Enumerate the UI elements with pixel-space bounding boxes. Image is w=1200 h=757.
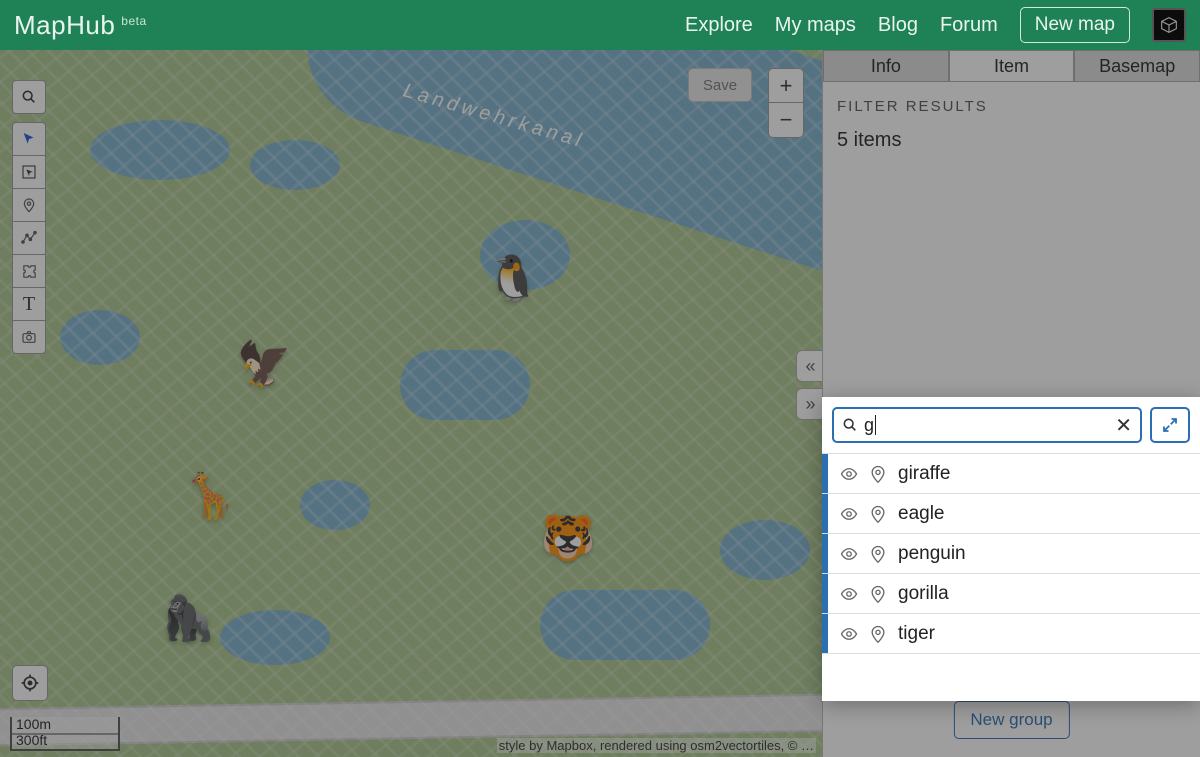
map-marker-penguin[interactable]: 🐧 [485, 250, 541, 306]
visibility-icon[interactable] [838, 545, 860, 563]
nav-mymaps[interactable]: My maps [775, 14, 856, 37]
filter-item-gorilla[interactable]: gorilla [822, 573, 1200, 613]
search-icon [842, 417, 858, 433]
filter-search-input[interactable]: g ✕ [832, 407, 1142, 443]
tool-text[interactable]: T [12, 287, 46, 321]
logo[interactable]: MapHub beta [14, 10, 147, 41]
tool-marker-pin[interactable] [12, 188, 46, 222]
app-header: MapHub beta Explore My maps Blog Forum N… [0, 0, 1200, 50]
tool-pointer-box[interactable] [12, 155, 46, 189]
zoom-out-button[interactable]: − [769, 103, 803, 137]
logo-text: MapHub [14, 10, 115, 41]
top-nav: Explore My maps Blog Forum New map [685, 7, 1186, 43]
nav-explore[interactable]: Explore [685, 14, 753, 37]
visibility-icon[interactable] [838, 585, 860, 603]
map-marker-tiger[interactable]: 🐯 [540, 510, 596, 566]
filter-item-label: eagle [898, 503, 945, 525]
filter-count: 5 items [837, 129, 1186, 152]
panel-collapse-left[interactable]: « [796, 350, 822, 382]
item-filter-popup: g ✕ giraffe eagle penguin gorilla tiger [822, 397, 1200, 701]
map-toolbar: T [12, 122, 46, 353]
clear-search-icon[interactable]: ✕ [1115, 413, 1132, 438]
filter-item-label: penguin [898, 543, 966, 565]
beta-badge: beta [121, 14, 146, 28]
filter-item-giraffe[interactable]: giraffe [822, 453, 1200, 493]
filter-item-label: tiger [898, 623, 935, 645]
filter-search-value: g [864, 415, 874, 436]
filter-result-list: giraffe eagle penguin gorilla tiger [822, 453, 1200, 653]
locate-button[interactable] [12, 665, 48, 701]
new-group-button[interactable]: New group [953, 701, 1069, 739]
map-canvas[interactable]: Landwehrkanal 🐧 🦅 🦒 🐯 🦍 T [0, 50, 822, 757]
filter-item-penguin[interactable]: penguin [822, 533, 1200, 573]
pin-icon [868, 543, 888, 565]
filter-item-eagle[interactable]: eagle [822, 493, 1200, 533]
visibility-icon[interactable] [838, 465, 860, 483]
pin-icon [868, 623, 888, 645]
filter-item-tiger[interactable]: tiger [822, 613, 1200, 653]
tool-polyline[interactable] [12, 221, 46, 255]
nav-forum[interactable]: Forum [940, 14, 998, 37]
user-avatar[interactable] [1152, 8, 1186, 42]
pin-icon [868, 463, 888, 485]
map-background: Landwehrkanal [0, 50, 822, 757]
filter-title: FILTER RESULTS [837, 98, 1186, 115]
zoom-in-button[interactable]: + [769, 69, 803, 103]
tool-puzzle[interactable] [12, 254, 46, 288]
scale-imperial: 300ft [10, 733, 120, 751]
tool-camera[interactable] [12, 320, 46, 354]
visibility-icon[interactable] [838, 505, 860, 523]
map-marker-gorilla[interactable]: 🦍 [160, 590, 216, 646]
main: Landwehrkanal 🐧 🦅 🦒 🐯 🦍 T [0, 50, 1200, 757]
side-tabs: Info Item Basemap [823, 50, 1200, 82]
map-search-button[interactable] [12, 80, 46, 114]
pin-icon [868, 503, 888, 525]
filter-item-label: gorilla [898, 583, 949, 605]
filter-item-label: giraffe [898, 463, 950, 485]
map-attribution: style by Mapbox, rendered using osm2vect… [497, 738, 816, 753]
panel-collapse-handles: « » [796, 350, 822, 426]
save-button-label: Save [703, 77, 737, 94]
visibility-icon[interactable] [838, 625, 860, 643]
tab-info[interactable]: Info [823, 50, 949, 81]
tab-basemap[interactable]: Basemap [1074, 50, 1200, 81]
pin-icon [868, 583, 888, 605]
nav-blog[interactable]: Blog [878, 14, 918, 37]
scale-bar: 100m 300ft [10, 717, 120, 751]
expand-panel-button[interactable] [1150, 407, 1190, 443]
map-marker-eagle[interactable]: 🦅 [236, 336, 292, 392]
map-marker-giraffe[interactable]: 🦒 [182, 468, 238, 524]
tab-item[interactable]: Item [949, 50, 1075, 81]
zoom-control: + − [768, 68, 804, 138]
save-button[interactable]: Save [688, 68, 752, 102]
tool-select-arrow[interactable] [12, 122, 46, 156]
panel-collapse-right[interactable]: » [796, 388, 822, 420]
new-map-button[interactable]: New map [1020, 7, 1130, 43]
